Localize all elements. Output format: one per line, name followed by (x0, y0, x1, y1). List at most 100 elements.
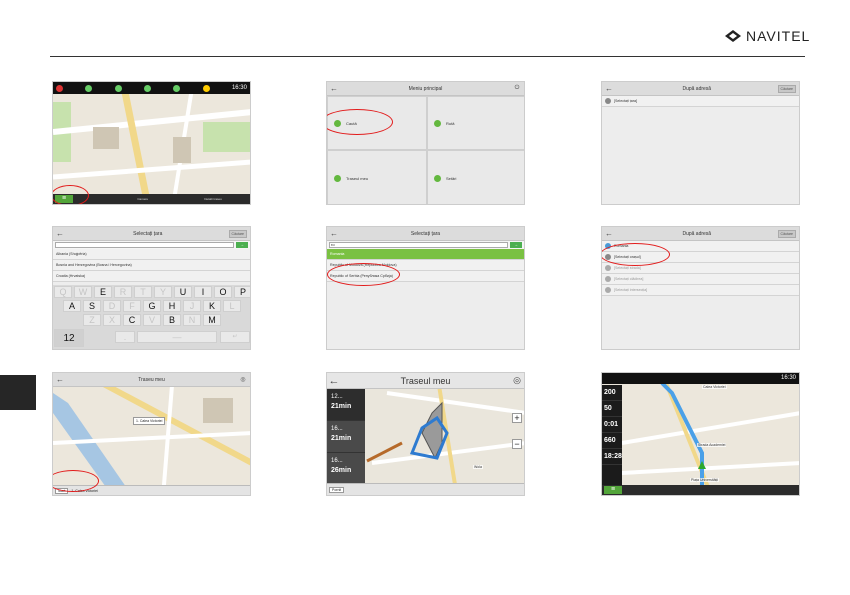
key-b[interactable]: B (163, 314, 181, 326)
search-button[interactable]: Căutare (777, 84, 796, 93)
list-item-intersection[interactable]: [Selectați intersecția] (602, 285, 799, 296)
list-item[interactable]: Albania (Shqipëria) (53, 249, 250, 260)
screen-address-fields: ← După adresă Căutare Romania [Selectați… (601, 226, 800, 350)
key-m[interactable]: M (203, 314, 221, 326)
map-view[interactable] (53, 82, 250, 204)
brand-name: NAVITEL (746, 28, 811, 44)
key-z[interactable]: Z (83, 314, 101, 326)
route-option[interactable]: 16... 21min (327, 421, 365, 453)
power-icon[interactable]: ⏻ (510, 85, 524, 92)
key-u[interactable]: U (174, 286, 192, 298)
start-button[interactable]: Pornit (329, 486, 345, 493)
screen-navigation: 16:30 200 50 0:01 660 18:28 Calea Victor… (601, 372, 800, 496)
zoom-in-button[interactable]: + (512, 413, 522, 423)
key-w[interactable]: W (74, 286, 92, 298)
back-arrow-icon[interactable]: ← (327, 229, 341, 238)
map-popup[interactable]: 1. Calea Victoriei (133, 417, 166, 425)
list-item-label: Croatia (Hrvatska) (56, 274, 86, 278)
numbers-key[interactable]: 12 (54, 329, 84, 347)
back-arrow-icon[interactable]: ← (327, 375, 341, 387)
compass-icon[interactable]: ◎ (510, 375, 524, 386)
key-s[interactable]: S (83, 300, 101, 312)
key-l[interactable]: L (223, 300, 241, 312)
key-i[interactable]: I (194, 286, 212, 298)
key-v[interactable]: V (143, 314, 161, 326)
key-x[interactable]: X (103, 314, 121, 326)
zoom-out-button[interactable]: − (512, 439, 522, 449)
list-item[interactable]: [Selectați țara] (602, 96, 799, 107)
search-go-button[interactable]: → (236, 242, 248, 248)
search-row: → (53, 241, 250, 249)
back-arrow-icon[interactable]: ← (53, 229, 67, 238)
menu-item-route[interactable]: Rută (427, 96, 524, 150)
map-view[interactable] (602, 373, 799, 495)
key-p[interactable]: P (234, 286, 250, 298)
back-arrow-icon[interactable]: ← (327, 84, 341, 93)
screen-by-address: ← După adresă Căutare [Selectați țara] (601, 81, 800, 205)
bottom-item-route[interactable]: Detalii traseu (204, 197, 222, 201)
key-e[interactable]: E (94, 286, 112, 298)
route-options-list: 12... 21min 16... 21min 16... 26min (327, 389, 365, 485)
route-option-distance: 12... (331, 394, 343, 400)
key-a[interactable]: A (63, 300, 81, 312)
speed-limit: 50 (602, 401, 622, 417)
list-item[interactable]: Bosnia and Herzegovina (Bosna i Hercegov… (53, 260, 250, 271)
back-arrow-icon[interactable]: ← (602, 229, 616, 238)
highlight-ring (327, 263, 400, 286)
map-drawing (53, 82, 250, 204)
list-item-selected[interactable]: Romania (327, 249, 524, 260)
key-h[interactable]: H (163, 300, 181, 312)
key-n[interactable]: N (183, 314, 201, 326)
street-label: Strada Academiei (697, 443, 727, 447)
enter-key[interactable]: ↵ (220, 331, 250, 343)
key-d[interactable]: D (103, 300, 121, 312)
search-button[interactable]: Căutare (228, 229, 247, 238)
key-c[interactable]: C (123, 314, 141, 326)
menu-item-settings[interactable]: Setări (427, 150, 524, 204)
search-button[interactable]: Căutare (777, 229, 796, 238)
list-item-label: Albania (Shqipëria) (56, 252, 87, 256)
key-g[interactable]: G (143, 300, 161, 312)
key-t[interactable]: T (134, 286, 152, 298)
satellite-icon (56, 84, 63, 92)
title-bar: ← Traseul meu ◎ (327, 373, 524, 389)
key-q[interactable]: Q (54, 286, 72, 298)
menu-item-my-route[interactable]: Traseul meu (327, 150, 427, 204)
back-arrow-icon[interactable]: ← (53, 375, 67, 384)
route-option-time: 21min (331, 435, 352, 442)
street-icon (605, 265, 611, 271)
route-option-time: 26min (331, 467, 352, 474)
page-title: Traseul meu (400, 375, 451, 386)
screen-main-menu: ← Meniu principal ⏻ Caută Rută Traseul m… (326, 81, 525, 205)
dot-key[interactable]: . (115, 331, 135, 343)
back-arrow-icon[interactable]: ← (602, 84, 616, 93)
search-go-button[interactable]: → (510, 242, 522, 248)
list-item-building[interactable]: [Selectați clădirea] (602, 274, 799, 285)
page-side-tab (0, 375, 36, 410)
bottom-item-cameras[interactable]: Camere (137, 197, 148, 201)
list-item[interactable]: Croatia (Hrvatska) (53, 271, 250, 282)
route-option[interactable]: 12... 21min (327, 389, 365, 421)
key-j[interactable]: J (183, 300, 201, 312)
search-input[interactable]: ro (329, 242, 508, 248)
map-bottom-bar (602, 485, 799, 495)
compass-icon[interactable]: ◎ (236, 376, 250, 383)
page-title: După adresă (682, 230, 712, 237)
my-route-icon (334, 174, 341, 182)
key-f[interactable]: F (123, 300, 141, 312)
key-o[interactable]: O (214, 286, 232, 298)
intersection-icon (605, 287, 611, 293)
key-k[interactable]: K (203, 300, 221, 312)
key-r[interactable]: R (114, 286, 132, 298)
screen-map-menu: 16:30 Camere Detalii traseu ≡ (52, 81, 251, 205)
search-input[interactable] (55, 242, 234, 248)
header-rule (50, 56, 805, 57)
menu-button[interactable]: ≡ (604, 486, 622, 494)
keyboard-row-2: ASDFGHJKL (53, 300, 250, 314)
space-key[interactable]: — (137, 331, 217, 343)
route-option[interactable]: 16... 26min (327, 453, 365, 485)
volume-icon (85, 84, 93, 92)
list-item-label: Romania (330, 252, 345, 256)
key-y[interactable]: Y (154, 286, 172, 298)
title-bar: ← Selectați țara Căutare (53, 227, 250, 241)
